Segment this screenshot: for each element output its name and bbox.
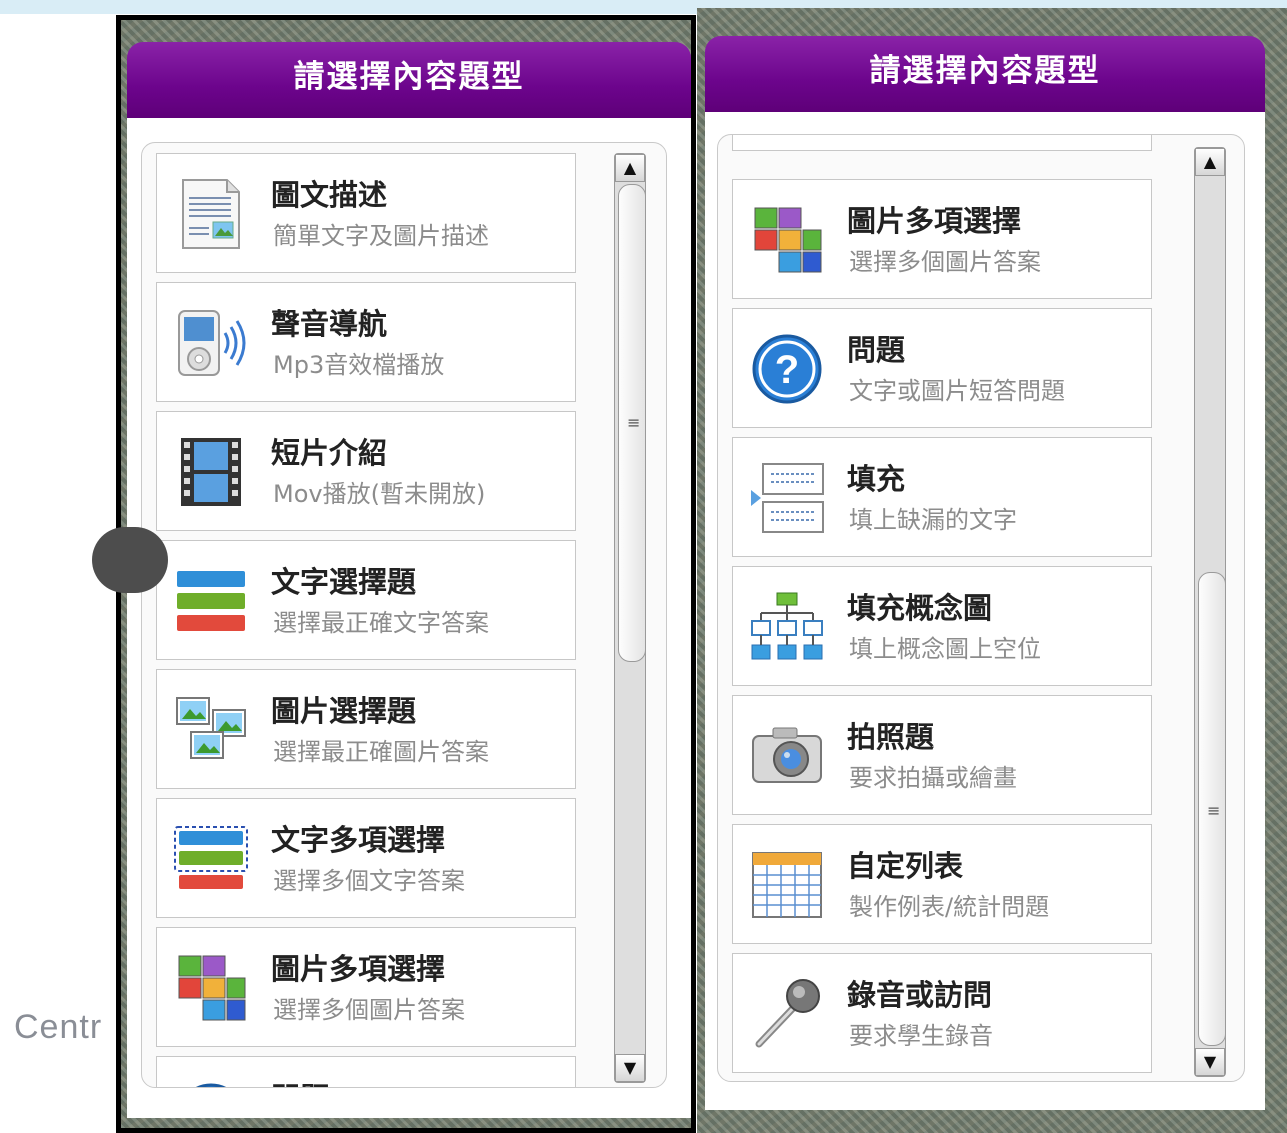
audio-player-icon <box>173 305 249 381</box>
item-title: 自定列表 <box>847 849 964 883</box>
list-item-custom-table[interactable]: 自定列表 製作例表/統計問題 <box>732 824 1152 944</box>
item-title: 圖片多項選擇 <box>271 952 446 986</box>
concept-map-icon <box>749 589 825 665</box>
image-multi-choice-icon <box>173 950 249 1026</box>
item-subtitle: 填上缺漏的文字 <box>849 506 1017 534</box>
item-title: 文字多項選擇 <box>271 823 446 857</box>
scroll-down-button[interactable]: ▼ <box>1195 1048 1225 1076</box>
item-title: 問題 <box>271 1075 329 1087</box>
question-icon <box>173 1079 249 1087</box>
list-item-recording[interactable]: 錄音或訪問 要求學生錄音 <box>732 953 1152 1073</box>
item-subtitle: 選擇最正確文字答案 <box>273 609 489 637</box>
item-title: 圖片選擇題 <box>271 694 417 728</box>
item-subtitle: 選擇多個圖片答案 <box>849 248 1041 276</box>
item-title: 填充 <box>847 462 906 496</box>
scroll-down-button[interactable]: ▼ <box>615 1054 645 1082</box>
item-subtitle: 要求學生錄音 <box>849 1022 993 1050</box>
item-title: 圖片多項選擇 <box>847 204 1022 238</box>
list-item-text-multi-choice[interactable]: 文字多項選擇 選擇多個文字答案 <box>156 798 576 918</box>
list-item-image-choice[interactable]: 圖片選擇題 選擇最正確圖片答案 <box>156 669 576 789</box>
fill-blank-icon <box>749 460 825 536</box>
vertical-scrollbar[interactable]: ▲ ≡ ▼ <box>1194 147 1226 1077</box>
item-title: 拍照題 <box>847 720 935 754</box>
film-strip-icon <box>173 434 249 510</box>
scroll-up-button[interactable]: ▲ <box>615 154 645 182</box>
item-subtitle: 簡單文字及圖片描述 <box>273 222 489 250</box>
item-subtitle: 填上概念圖上空位 <box>849 635 1041 663</box>
list-item-image-multi-choice[interactable]: 圖片多項選擇 選擇多個圖片答案 <box>732 179 1152 299</box>
list-item-fill-blank[interactable]: 填充 填上缺漏的文字 <box>732 437 1152 557</box>
item-title: 圖文描述 <box>271 178 388 212</box>
text-choice-icon <box>173 563 249 639</box>
list-item-text-choice[interactable]: 文字選擇題 選擇最正確文字答案 <box>156 540 576 660</box>
panel-header: 請選擇內容題型 <box>127 42 691 118</box>
panel-header: 請選擇內容題型 <box>705 36 1265 112</box>
slide-footer-text: Centr <box>14 1008 103 1046</box>
list-item-video-intro[interactable]: 短片介紹 Mov播放(暫未開放) <box>156 411 576 531</box>
image-choice-icon <box>173 692 249 768</box>
svg-text:?: ? <box>775 348 799 392</box>
content-type-list[interactable]: 圖片多項選擇 選擇多個圖片答案 ? 問題 文字或圖片短答問題 填充 填上缺漏的文… <box>717 134 1245 1082</box>
right-screenshot: 請選擇內容題型 圖片多項選擇 選擇多個圖片答案 ? 問題 文字或圖片短答問題 填… <box>697 8 1287 1133</box>
scrollbar-grip-icon: ≡ <box>627 413 641 432</box>
list-item-photo[interactable]: 拍照題 要求拍攝或繪畫 <box>732 695 1152 815</box>
item-title: 問題 <box>847 333 906 367</box>
list-item-image-multi-choice[interactable]: 圖片多項選擇 選擇多個圖片答案 <box>156 927 576 1047</box>
item-title: 短片介紹 <box>271 436 388 470</box>
question-icon: ? <box>749 331 825 407</box>
content-type-list[interactable]: 圖文描述 簡單文字及圖片描述 聲音導航 Mp3音效檔播放 短片介紹 Mov播放(… <box>141 142 667 1088</box>
list-item-text-image-description[interactable]: 圖文描述 簡單文字及圖片描述 <box>156 153 576 273</box>
list-item-partial[interactable] <box>732 135 1152 151</box>
list-item-concept-map[interactable]: 填充概念圖 填上概念圖上空位 <box>732 566 1152 686</box>
scrollbar-thumb[interactable]: ≡ <box>618 184 646 662</box>
slide-decoration-circle <box>92 527 168 593</box>
image-multi-choice-icon <box>749 202 825 278</box>
item-subtitle: 要求拍攝或繪畫 <box>849 764 1017 792</box>
panel-body: 圖文描述 簡單文字及圖片描述 聲音導航 Mp3音效檔播放 短片介紹 Mov播放(… <box>127 118 691 1118</box>
item-subtitle: 製作例表/統計問題 <box>849 893 1050 921</box>
panel-body: 圖片多項選擇 選擇多個圖片答案 ? 問題 文字或圖片短答問題 填充 填上缺漏的文… <box>705 112 1265 1110</box>
list-item-audio-guide[interactable]: 聲音導航 Mp3音效檔播放 <box>156 282 576 402</box>
left-screenshot: 請選擇內容題型 圖文描述 簡單文字及圖片描述 聲音導航 Mp3音效檔播放 短片介… <box>116 15 696 1133</box>
item-subtitle: 選擇最正確圖片答案 <box>273 738 489 766</box>
scrollbar-track[interactable]: ≡ <box>617 182 646 1054</box>
text-multi-choice-icon <box>173 821 249 897</box>
document-image-icon <box>173 176 249 252</box>
item-subtitle: 選擇多個文字答案 <box>273 867 465 895</box>
item-subtitle: 選擇多個圖片答案 <box>273 996 465 1024</box>
item-title: 文字選擇題 <box>271 565 417 599</box>
list-item-question[interactable]: 問題 <box>156 1056 576 1087</box>
table-icon <box>749 847 825 923</box>
item-subtitle: 文字或圖片短答問題 <box>849 377 1065 405</box>
scrollbar-grip-icon: ≡ <box>1207 801 1221 820</box>
item-subtitle: Mp3音效檔播放 <box>273 351 445 379</box>
scrollbar-thumb[interactable]: ≡ <box>1198 572 1226 1046</box>
list-item-question[interactable]: ? 問題 文字或圖片短答問題 <box>732 308 1152 428</box>
scroll-up-button[interactable]: ▲ <box>1195 148 1225 176</box>
camera-icon <box>749 718 825 794</box>
vertical-scrollbar[interactable]: ▲ ≡ ▼ <box>614 153 646 1083</box>
item-subtitle: Mov播放(暫未開放) <box>273 480 486 508</box>
item-title: 填充概念圖 <box>847 591 993 625</box>
item-title: 聲音導航 <box>271 307 388 341</box>
item-title: 錄音或訪問 <box>847 978 993 1012</box>
microphone-icon <box>749 976 825 1052</box>
scrollbar-track[interactable]: ≡ <box>1197 176 1226 1048</box>
